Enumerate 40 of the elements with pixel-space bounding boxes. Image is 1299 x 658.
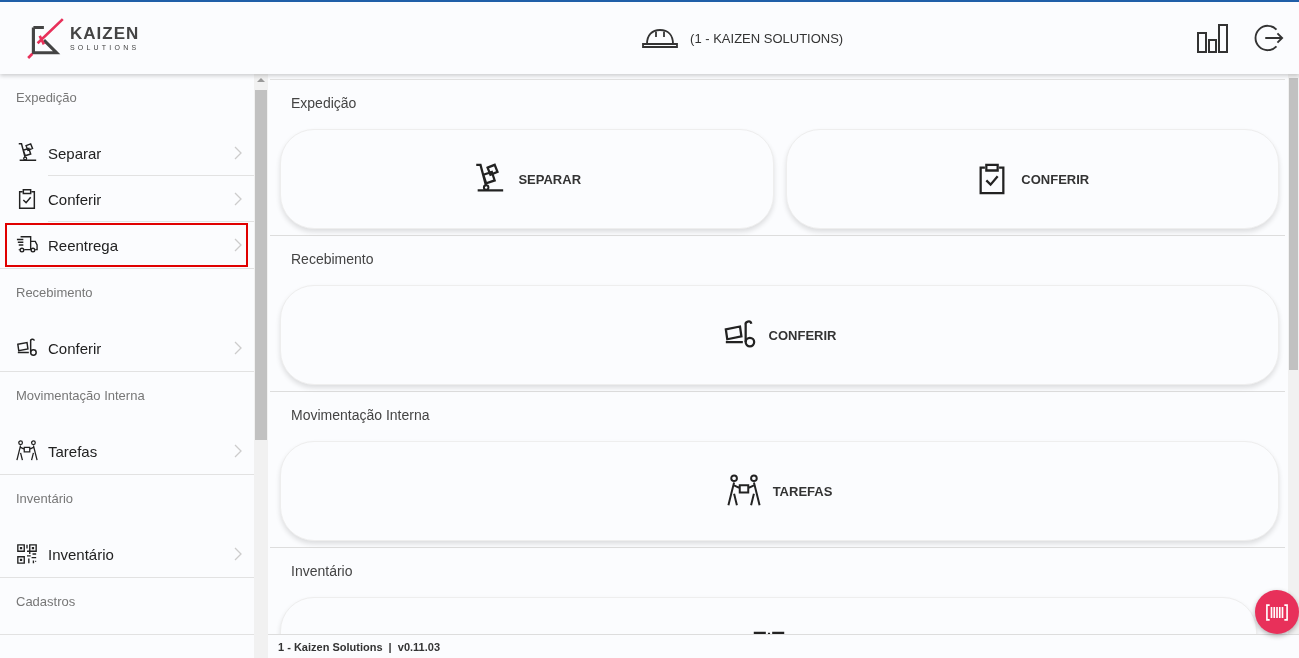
section-heading: Expedição — [15, 89, 78, 107]
chevron-icon — [234, 341, 242, 355]
menu-item[interactable]: Conferir — [0, 325, 254, 371]
barcode-icon — [1266, 603, 1288, 621]
chevron-icon — [234, 146, 242, 160]
scrollbar[interactable] — [1288, 74, 1299, 634]
menu-item[interactable]: Inventário — [0, 531, 254, 577]
cart-icon — [16, 337, 38, 359]
chevron-icon — [234, 192, 242, 206]
section-heading: Movimentação Interna — [290, 406, 431, 425]
company-name: (1 - KAIZEN SOLUTIONS) — [690, 30, 844, 46]
clipboard-icon — [16, 188, 38, 210]
menu-card[interactable]: CONFERIR — [280, 285, 1279, 385]
section-heading: Inventário — [15, 490, 75, 508]
section-heading: Movimentação Interna — [15, 387, 146, 405]
menu-item[interactable]: Tarefas — [0, 428, 254, 474]
people-carrying-box-icon — [16, 440, 38, 462]
section-heading: Recebimento — [15, 284, 94, 302]
logo-name: KAIZEN — [70, 25, 140, 42]
handtruck-icon — [16, 142, 38, 164]
chevron-icon — [234, 547, 242, 561]
logout-icon[interactable] — [1252, 23, 1286, 53]
bar-chart-icon[interactable] — [1196, 23, 1230, 53]
chevron-icon — [234, 444, 242, 458]
section-heading: Expedição — [290, 94, 358, 113]
menu-item[interactable]: Reentrega — [4, 222, 249, 268]
scrollbar[interactable] — [254, 74, 268, 658]
qr-code-icon — [16, 543, 38, 565]
helmet-icon — [642, 27, 679, 49]
people-carrying-box-icon — [726, 474, 761, 508]
section-heading: Inventário — [290, 562, 354, 581]
footer-text: 1 - Kaizen Solutions | v0.11.03 — [278, 640, 441, 653]
section-heading: Recebimento — [290, 250, 375, 269]
menu-item[interactable]: Conferir — [0, 176, 254, 222]
menu-card[interactable]: TAREFAS — [280, 441, 1279, 541]
chevron-icon — [234, 238, 242, 252]
menu-item[interactable]: Separar — [0, 130, 254, 176]
menu-card[interactable]: CONFERIR — [785, 129, 1279, 229]
section-heading: Cadastros — [15, 593, 77, 611]
menu-card[interactable]: SEPARAR — [280, 129, 774, 229]
